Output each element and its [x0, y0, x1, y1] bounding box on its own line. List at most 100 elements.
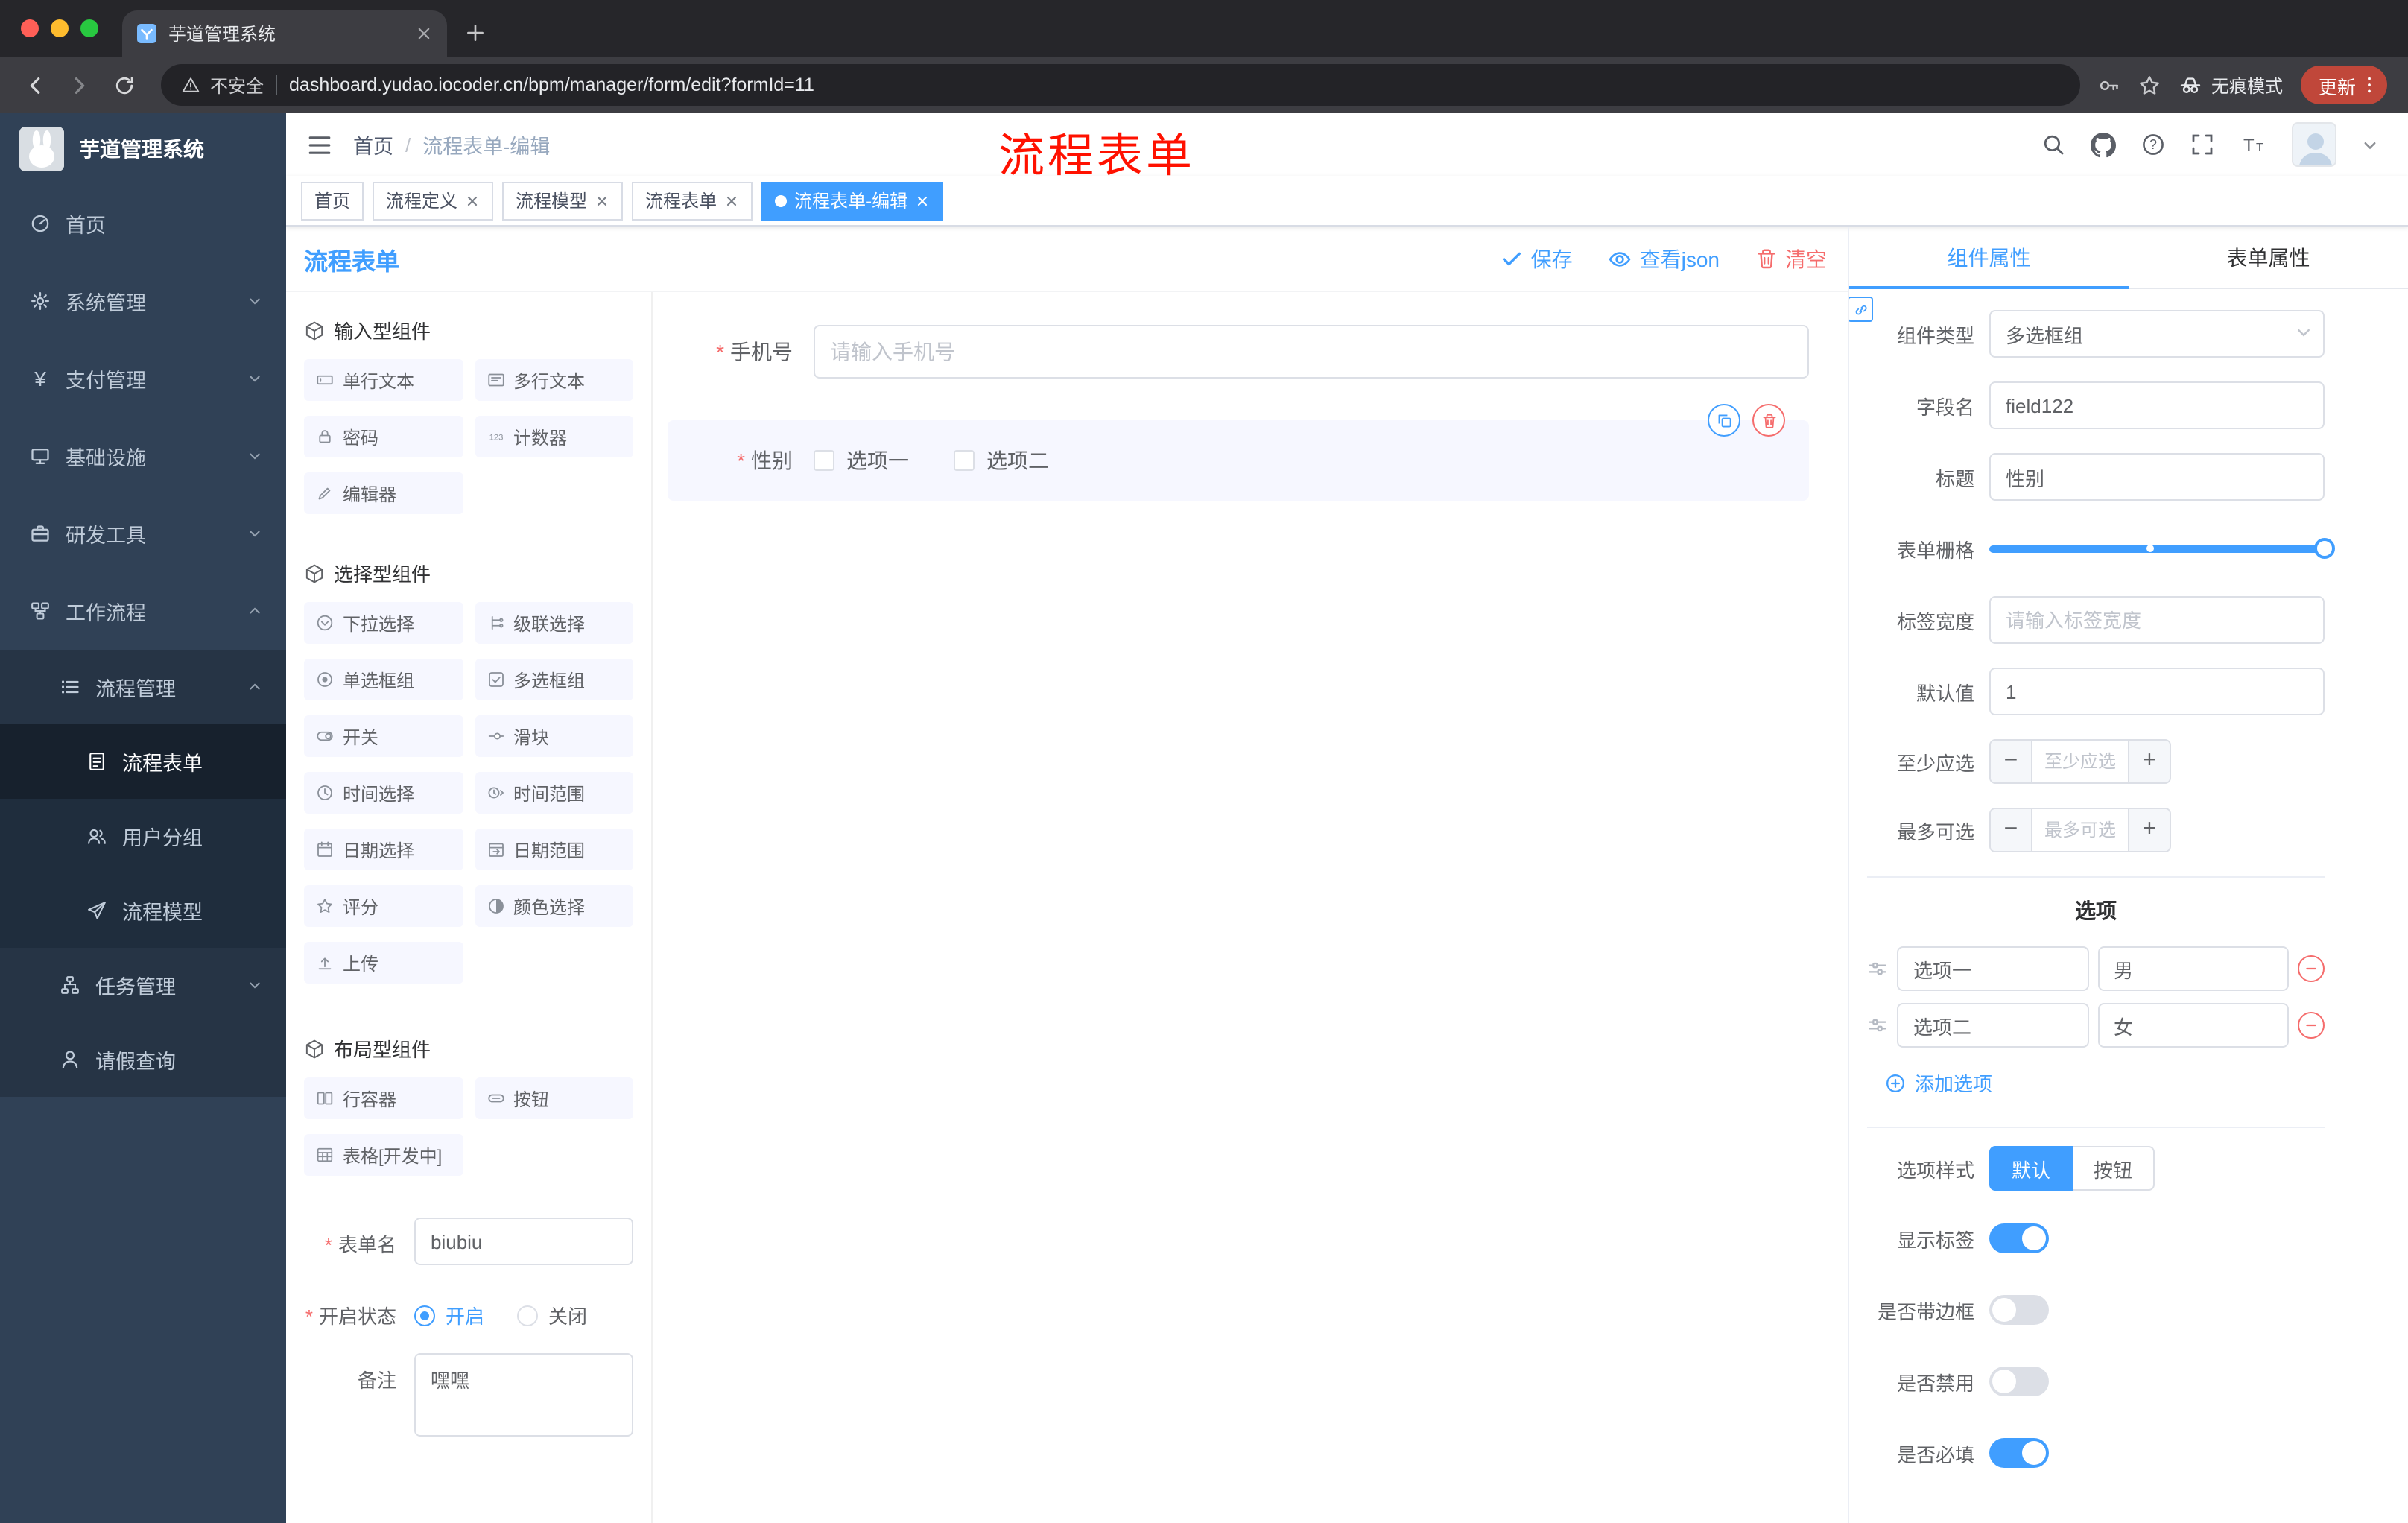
breadcrumb-home[interactable]: 首页	[353, 130, 393, 159]
component-date-picker[interactable]: 日期选择	[304, 829, 463, 870]
logo[interactable]: 芋道管理系统	[0, 113, 286, 185]
required-switch[interactable]	[1989, 1438, 2049, 1468]
component-single-line-text[interactable]: 单行文本	[304, 359, 463, 401]
drag-handle-icon[interactable]	[1867, 958, 1888, 979]
search-icon[interactable]	[2041, 133, 2065, 156]
component-switch[interactable]: 开关	[304, 715, 463, 757]
github-icon[interactable]	[2091, 132, 2116, 157]
option-value-input[interactable]	[1897, 946, 2088, 991]
form-canvas[interactable]: 手机号	[653, 292, 1848, 1523]
component-slider[interactable]: 滑块	[475, 715, 633, 757]
forward-icon[interactable]	[60, 66, 98, 104]
clear-button[interactable]: 清空	[1755, 244, 1827, 273]
grid-slider[interactable]	[1989, 525, 2335, 572]
label-width-input[interactable]	[1989, 596, 2325, 644]
increase-button[interactable]: +	[2128, 809, 2170, 851]
option-label-input[interactable]	[2097, 946, 2289, 991]
chrome-update-button[interactable]: 更新	[2300, 66, 2387, 104]
caret-down-icon[interactable]	[2362, 136, 2378, 153]
max-stepper-input[interactable]	[2032, 809, 2128, 851]
component-upload[interactable]: 上传	[304, 942, 463, 984]
save-button[interactable]: 保存	[1501, 244, 1573, 273]
canvas-field-phone[interactable]: 手机号	[668, 325, 1809, 379]
status-radio-on[interactable]: 开启	[414, 1301, 484, 1329]
sidebar-item-devtools[interactable]: 研发工具	[0, 495, 286, 572]
with-border-switch[interactable]	[1989, 1295, 2049, 1325]
component-time-range[interactable]: 时间范围	[475, 772, 633, 814]
slider-track[interactable]	[1989, 538, 2335, 559]
form-remark-textarea[interactable]: 嘿嘿	[414, 1353, 633, 1437]
sidebar-item-user-group[interactable]: 用户分组	[0, 799, 286, 873]
checkbox-box[interactable]	[814, 450, 834, 471]
new-tab-icon[interactable]	[465, 22, 486, 43]
component-password[interactable]: 密码	[304, 416, 463, 457]
option-label-input[interactable]	[2097, 1003, 2289, 1048]
checkbox-option-2[interactable]: 选项二	[954, 446, 1049, 475]
delete-widget-button[interactable]	[1752, 404, 1785, 437]
phone-input[interactable]	[814, 325, 1809, 379]
component-select[interactable]: 下拉选择	[304, 602, 463, 644]
component-type-select[interactable]	[1989, 310, 2325, 358]
component-color-picker[interactable]: 颜色选择	[475, 885, 633, 927]
help-icon[interactable]: ?	[2141, 133, 2165, 156]
status-radio-off[interactable]: 关闭	[517, 1301, 587, 1329]
tag-process-definition[interactable]: 流程定义	[373, 181, 494, 220]
disabled-switch[interactable]	[1989, 1367, 2049, 1396]
min-stepper-input[interactable]	[2032, 741, 2128, 782]
browser-tab[interactable]: 芋道管理系统	[122, 10, 447, 57]
sidebar-item-task-management[interactable]: 任务管理	[0, 948, 286, 1022]
view-json-button[interactable]: 查看json	[1609, 244, 1720, 273]
star-icon[interactable]	[2138, 74, 2161, 96]
sidebar-item-process-form[interactable]: 流程表单	[0, 724, 286, 799]
address-bar[interactable]: 不安全 dashboard.yudao.iocoder.cn/bpm/manag…	[161, 64, 2080, 106]
component-rate[interactable]: 评分	[304, 885, 463, 927]
close-tag-icon[interactable]	[915, 193, 930, 208]
close-tag-icon[interactable]	[465, 193, 480, 208]
remove-option-button[interactable]	[2298, 955, 2325, 982]
show-label-switch[interactable]	[1989, 1223, 2049, 1253]
style-button-button[interactable]: 按钮	[2073, 1146, 2155, 1191]
decrease-button[interactable]: −	[1991, 741, 2032, 782]
component-time-picker[interactable]: 时间选择	[304, 772, 463, 814]
close-tag-icon[interactable]	[724, 193, 739, 208]
close-window-button[interactable]	[21, 19, 39, 37]
sidebar-item-payment[interactable]: ¥ 支付管理	[0, 340, 286, 417]
drag-handle-icon[interactable]	[1867, 1015, 1888, 1036]
font-size-icon[interactable]: TT	[2240, 133, 2266, 156]
sidebar-item-workflow[interactable]: 工作流程	[0, 572, 286, 650]
component-radio-group[interactable]: 单选框组	[304, 659, 463, 700]
form-name-input[interactable]	[414, 1218, 633, 1265]
slider-handle[interactable]	[2314, 538, 2335, 559]
component-editor[interactable]: 编辑器	[304, 472, 463, 514]
title-input[interactable]	[1989, 453, 2325, 501]
decrease-button[interactable]: −	[1991, 809, 2032, 851]
reload-icon[interactable]	[104, 66, 143, 104]
copy-widget-button[interactable]	[1708, 404, 1740, 437]
back-icon[interactable]	[15, 66, 54, 104]
close-tab-icon[interactable]	[416, 25, 432, 42]
sidebar-item-home[interactable]: 首页	[0, 185, 286, 262]
style-default-button[interactable]: 默认	[1989, 1146, 2073, 1191]
component-counter[interactable]: 123 计数器	[475, 416, 633, 457]
checkbox-option-1[interactable]: 选项一	[814, 446, 909, 475]
fullscreen-icon[interactable]	[2190, 133, 2214, 156]
canvas-field-gender-selected[interactable]: 性别 选项一 选项二	[668, 404, 1809, 501]
component-checkbox-group[interactable]: 多选框组	[475, 659, 633, 700]
default-value-input[interactable]	[1989, 668, 2325, 715]
checkbox-box[interactable]	[954, 450, 975, 471]
component-multi-line-text[interactable]: 多行文本	[475, 359, 633, 401]
tab-form-props[interactable]: 表单属性	[2129, 227, 2408, 288]
zoom-window-button[interactable]	[80, 19, 98, 37]
link-icon-badge[interactable]	[1849, 297, 1873, 322]
tag-process-form[interactable]: 流程表单	[632, 181, 753, 220]
component-table[interactable]: 表格[开发中]	[304, 1134, 463, 1176]
field-name-input[interactable]	[1989, 381, 2325, 429]
increase-button[interactable]: +	[2128, 741, 2170, 782]
option-value-input[interactable]	[1897, 1003, 2088, 1048]
tab-component-props[interactable]: 组件属性	[1849, 227, 2129, 289]
sidebar-item-process-model[interactable]: 流程模型	[0, 873, 286, 948]
close-tag-icon[interactable]	[595, 193, 609, 208]
component-date-range[interactable]: 日期范围	[475, 829, 633, 870]
tag-process-form-edit[interactable]: 流程表单-编辑	[761, 181, 944, 220]
tag-home[interactable]: 首页	[301, 181, 364, 220]
